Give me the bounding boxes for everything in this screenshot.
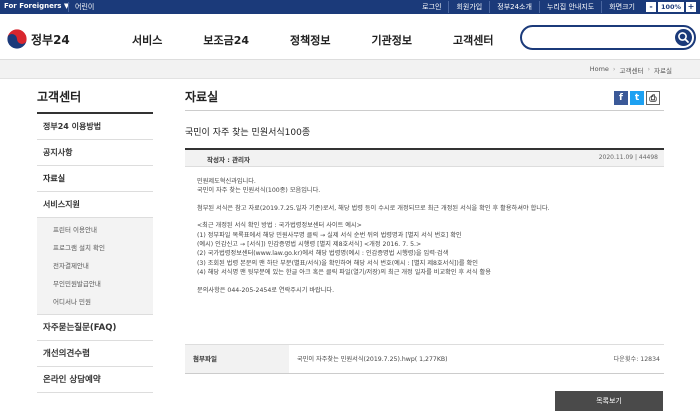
- search-box: [520, 25, 696, 50]
- lnb-sub-printer-guide[interactable]: 프린터 이용안내: [37, 221, 153, 239]
- zoom-out-button[interactable]: -: [646, 2, 656, 12]
- left-nav-title: 고객센터: [37, 88, 153, 114]
- lnb-sub-kiosk-guide[interactable]: 무인민원발급안내: [37, 275, 153, 293]
- lnb-item-how-to-use[interactable]: 정부24 이용방법: [37, 114, 153, 140]
- site-logo[interactable]: 정부24: [6, 28, 70, 50]
- post-body-line: 민원제도혁신과입니다.: [197, 178, 256, 185]
- post-body-line: (예시) 인감신고 → [서식]) 인감증명법 시행령 [별지 제8호서식] <…: [197, 241, 422, 249]
- facebook-share-icon[interactable]: f: [614, 91, 628, 105]
- sitemap-link[interactable]: 누리집 안내지도: [538, 1, 601, 13]
- nav-services[interactable]: 서비스: [132, 32, 162, 48]
- about-link[interactable]: 정부24소개: [489, 1, 539, 13]
- logo-text: 정부24: [31, 32, 70, 47]
- left-nav: 고객센터 정부24 이용방법 공지사항 자료실 서비스지원 프린터 이용안내 프…: [37, 88, 153, 393]
- post-body-line: (1) 정부파일 목록표에서 해당 민원사무명 클릭 → 실제 서식 순번 뒤의…: [197, 231, 462, 239]
- post-meta: 작성자 : 관리자 2020.11.09 | 44498: [185, 150, 664, 167]
- lnb-item-service-support[interactable]: 서비스지원: [37, 192, 153, 218]
- post-body: 민원제도혁신과입니다. 국민이 자주 찾는 민원서식(100종) 모음입니다. …: [185, 167, 664, 345]
- post-body-line: (2) 국가법령정보센터(www.law.go.kr)에서 해당 법령명(예시 …: [197, 250, 449, 258]
- search-input[interactable]: [530, 30, 670, 45]
- breadcrumb-current: 자료실: [654, 67, 672, 75]
- lnb-sub-anywhere-civil[interactable]: 어디서나 민원: [37, 293, 153, 311]
- post-body-line: 국민이 자주 찾는 민원서식(100종) 모음입니다.: [197, 187, 321, 195]
- utility-links: 로그인 회원가입 정부24소개 누리집 안내지도 화면크기 - 100% +: [415, 1, 696, 13]
- search-icon: [678, 32, 689, 43]
- breadcrumb-customer-center[interactable]: 고객센터: [620, 65, 644, 75]
- screen-size-label: 화면크기: [601, 1, 642, 13]
- page-title-text: 자료실: [185, 90, 219, 104]
- print-icon[interactable]: ⎙: [646, 91, 660, 105]
- breadcrumb-separator-icon: ›: [647, 65, 651, 73]
- location-bar: Home › 고객센터 › 자료실: [0, 60, 700, 79]
- post-body-line: (3) 조회된 법령 본문의 맨 하단 부분(별표/서식)을 확인하여 해당 서…: [197, 259, 478, 267]
- post-body-line: 문의사항은 044-205-2454로 연락주시기 바랍니다.: [197, 286, 335, 294]
- lnb-item-consult-booking[interactable]: 온라인 상담예약: [37, 367, 153, 393]
- attachment-row: 첨부파일 국민이 자주찾는 민원서식(2019.7.25).hwp( 1,277…: [185, 345, 664, 374]
- nav-customer-center[interactable]: 고객센터: [453, 32, 493, 48]
- top-utility-bar: For Foreigners ▼ 어린이 로그인 회원가입 정부24소개 누리집…: [0, 0, 700, 14]
- breadcrumb-separator-icon: ›: [612, 65, 616, 73]
- for-foreigners-link[interactable]: For Foreigners ▼: [4, 2, 69, 10]
- lnb-item-faq[interactable]: 자주묻는질문(FAQ): [37, 315, 153, 341]
- lnb-sub-payment-guide[interactable]: 전자결제안내: [37, 257, 153, 275]
- lnb-item-feedback[interactable]: 개선의견수렴: [37, 341, 153, 367]
- nav-agency-info[interactable]: 기관정보: [372, 32, 412, 48]
- share-buttons: f t ⎙: [614, 91, 660, 105]
- post-date-views: 2020.11.09 | 44498: [598, 154, 658, 161]
- download-count: 다운횟수: 12834: [613, 356, 660, 363]
- breadcrumb-home[interactable]: Home: [590, 65, 609, 75]
- post-title: 국민이 자주 찾는 민원서식100종: [185, 125, 664, 150]
- zoom-control: - 100% +: [646, 2, 696, 12]
- twitter-share-icon[interactable]: t: [630, 91, 644, 105]
- taegeuk-logo-icon: [6, 28, 28, 50]
- main-nav: 서비스 보조금24 정책정보 기관정보 고객센터: [132, 32, 535, 48]
- breadcrumb: Home › 고객센터 › 자료실: [590, 65, 672, 75]
- page-title: 자료실 f t ⎙: [185, 88, 664, 111]
- nav-subsidy24[interactable]: 보조금24: [203, 32, 249, 48]
- nav-policy-info[interactable]: 정책정보: [290, 32, 330, 48]
- lnb-sub-program-check[interactable]: 프로그램 설치 확인: [37, 239, 153, 257]
- zoom-value: 100%: [658, 2, 684, 12]
- post-body-line: 첨부된 서식은 참고 자료(2019.7.25.일자 기준)로서, 해당 법령 …: [197, 204, 550, 212]
- post-body-line: <최근 개정된 서식 확인 방법 : 국가법령정보센터 사이트 예시>: [197, 222, 362, 230]
- attachment-label: 첨부파일: [185, 345, 289, 373]
- main-content: 자료실 f t ⎙ 국민이 자주 찾는 민원서식100종 작성자 : 관리자 2…: [185, 88, 664, 374]
- kids-link[interactable]: 어린이: [68, 2, 94, 12]
- search-button[interactable]: [675, 29, 692, 46]
- signup-link[interactable]: 회원가입: [448, 1, 489, 13]
- lnb-submenu: 프린터 이용안내 프로그램 설치 확인 전자결제안내 무인민원발급안내 어디서나…: [37, 218, 153, 315]
- lnb-item-notices[interactable]: 공지사항: [37, 140, 153, 166]
- attachment-file-link[interactable]: 국민이 자주찾는 민원서식(2019.7.25).hwp( 1,277KB): [297, 354, 448, 363]
- site-header: 정부24 서비스 보조금24 정책정보 기관정보 고객센터: [0, 14, 700, 60]
- lnb-item-archive[interactable]: 자료실: [37, 166, 153, 192]
- zoom-in-button[interactable]: +: [686, 2, 696, 12]
- post-author: 작성자 : 관리자: [207, 156, 251, 164]
- list-button[interactable]: 목록보기: [555, 391, 663, 411]
- login-link[interactable]: 로그인: [415, 1, 448, 13]
- post-body-line: (4) 해당 서식명 맨 뒷부분에 있는 한글 아크 혹은 클릭 파일(열기/저…: [197, 269, 491, 277]
